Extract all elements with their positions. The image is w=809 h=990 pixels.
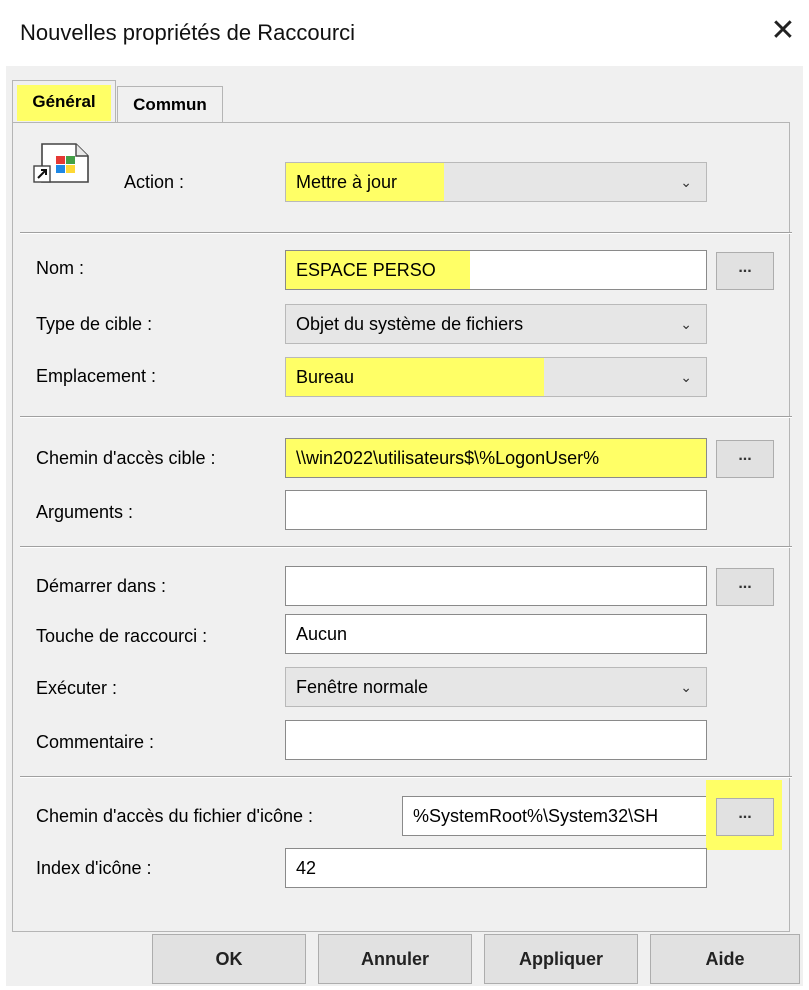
chevron-down-icon: ⌄: [680, 174, 692, 190]
tab-general-label: Général: [32, 92, 96, 111]
ok-button[interactable]: OK: [152, 934, 306, 984]
emplacement-dropdown[interactable]: Bureau ⌄: [285, 357, 707, 397]
aide-button[interactable]: Aide: [650, 934, 800, 984]
separator: [20, 546, 792, 548]
chevron-down-icon: ⌄: [680, 369, 692, 385]
shortcut-file-icon: [33, 143, 89, 183]
commentaire-label: Commentaire :: [36, 732, 155, 752]
executer-value: Fenêtre normale: [296, 677, 429, 697]
action-label: Action :: [124, 172, 185, 192]
arguments-field[interactable]: [285, 490, 707, 530]
tab-general[interactable]: Général: [12, 80, 116, 122]
demarrer-dans-label: Démarrer dans :: [36, 576, 167, 596]
emplacement-label: Emplacement :: [36, 366, 157, 386]
type-cible-label: Type de cible :: [36, 314, 153, 334]
nom-value: ESPACE PERSO: [296, 260, 436, 280]
action-value: Mettre à jour: [296, 172, 398, 192]
chemin-cible-label: Chemin d'accès cible :: [36, 448, 216, 468]
arguments-label: Arguments :: [36, 502, 134, 522]
chevron-down-icon: ⌄: [680, 316, 692, 332]
touche-raccourci-label: Touche de raccourci :: [36, 626, 208, 646]
close-icon[interactable]: ✕: [766, 14, 800, 48]
chemin-cible-browse-button[interactable]: ...: [716, 440, 774, 478]
commentaire-field[interactable]: [285, 720, 707, 760]
tab-commun-label: Commun: [133, 95, 207, 114]
nom-browse-button[interactable]: ...: [716, 252, 774, 290]
index-icone-label: Index d'icône :: [36, 858, 152, 878]
type-cible-dropdown[interactable]: Objet du système de fichiers ⌄: [285, 304, 707, 344]
chemin-cible-field[interactable]: \\win2022\utilisateurs$\%LogonUser%: [285, 438, 707, 478]
chemin-icone-browse-button[interactable]: ...: [716, 798, 774, 836]
touche-raccourci-field[interactable]: Aucun: [285, 614, 707, 654]
emplacement-value: Bureau: [296, 367, 355, 387]
demarrer-dans-browse-button[interactable]: ...: [716, 568, 774, 606]
separator: [20, 416, 792, 418]
separator: [20, 232, 792, 234]
separator: [20, 776, 792, 778]
type-cible-value: Objet du système de fichiers: [296, 314, 524, 334]
executer-dropdown[interactable]: Fenêtre normale ⌄: [285, 667, 707, 707]
action-dropdown[interactable]: Mettre à jour ⌄: [285, 162, 707, 202]
chemin-cible-value: \\win2022\utilisateurs$\%LogonUser%: [296, 448, 600, 468]
annuler-button[interactable]: Annuler: [318, 934, 472, 984]
tab-commun[interactable]: Commun: [117, 86, 223, 122]
nom-field[interactable]: ESPACE PERSO: [285, 250, 707, 290]
chemin-icone-field[interactable]: %SystemRoot%\System32\SH: [402, 796, 708, 836]
nom-label: Nom :: [36, 258, 85, 278]
index-icone-field[interactable]: 42: [285, 848, 707, 888]
chevron-down-icon: ⌄: [680, 679, 692, 695]
chemin-icone-label: Chemin d'accès du fichier d'icône :: [36, 806, 314, 826]
appliquer-button[interactable]: Appliquer: [484, 934, 638, 984]
demarrer-dans-field[interactable]: [285, 566, 707, 606]
window-title: Nouvelles propriétés de Raccourci: [20, 20, 356, 45]
executer-label: Exécuter :: [36, 678, 118, 698]
